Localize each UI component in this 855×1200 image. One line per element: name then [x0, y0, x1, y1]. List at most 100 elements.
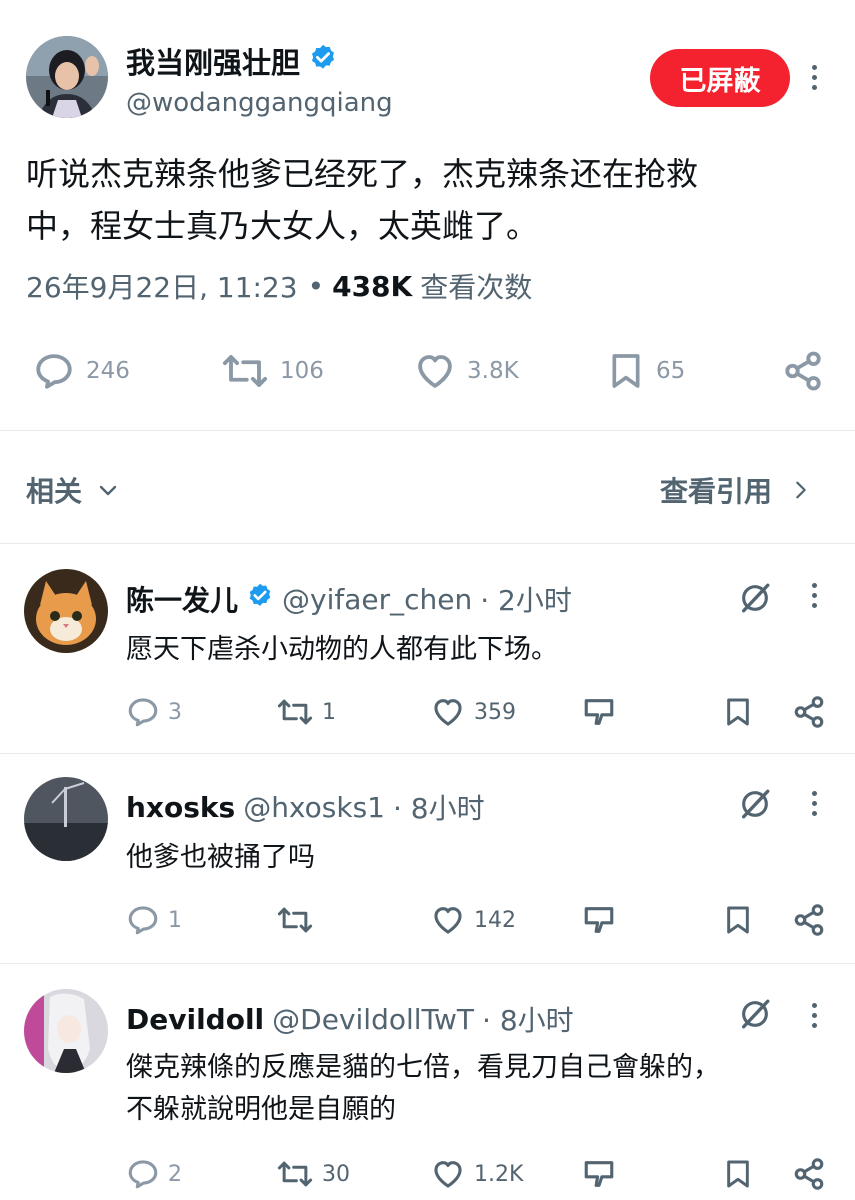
like-button[interactable]: 1.2K	[430, 1157, 523, 1191]
verified-badge-icon	[308, 43, 338, 80]
retweet-button[interactable]: 106	[220, 350, 324, 392]
heart-icon	[434, 699, 462, 726]
reply-text-line: 愿天下虐杀小动物的人都有此下场。	[126, 634, 558, 665]
reply-time[interactable]: · 8小时	[393, 787, 485, 827]
grok-icon[interactable]	[738, 581, 772, 619]
reply-time[interactable]: · 8小时	[482, 999, 574, 1039]
verified-badge-icon	[246, 582, 274, 617]
tweet-text: 听说杰克辣条他爹已经死了，杰克辣条还在抢救 中，程女士真乃大女人，太英雌了。	[26, 148, 826, 252]
reply-item[interactable]: 陈一发儿 @yifaer_chen · 2小时 愿天下虐杀小动物的人都有此下场。…	[0, 543, 855, 753]
reply-item[interactable]: hxosks @hxosks1 · 8小时 他爹也被捅了吗 1 142	[0, 753, 855, 963]
related-label: 相关	[26, 475, 83, 508]
reply-handle[interactable]: @DevildollTwT	[272, 1003, 474, 1036]
bookmark-count: 65	[656, 358, 686, 384]
thumb-down-icon	[584, 699, 614, 725]
reply-avatar[interactable]	[24, 989, 108, 1073]
retweet-icon	[277, 907, 313, 933]
reply-button[interactable]: 1	[126, 903, 182, 937]
reply-display-name[interactable]: 陈一发儿	[126, 579, 238, 619]
tweet-text-line: 听说杰克辣条他爹已经死了，杰克辣条还在抢救	[26, 155, 699, 193]
reply-count: 3	[168, 699, 182, 725]
bookmark-button[interactable]	[722, 695, 754, 729]
share-icon	[794, 696, 824, 728]
reply-avatar[interactable]	[24, 777, 108, 861]
like-button[interactable]: 359	[430, 695, 516, 729]
reply-text: 愿天下虐杀小动物的人都有此下场。	[126, 629, 816, 671]
share-icon	[794, 1158, 824, 1190]
author-name-row[interactable]: 我当刚强壮胆	[126, 40, 338, 82]
retweet-icon	[277, 1161, 313, 1187]
reply-text-line: 傑克辣條的反應是貓的七倍，看見刀自己會躲的，	[126, 1052, 720, 1083]
view-quotes-label: 查看引用	[660, 475, 773, 508]
bookmark-button[interactable]	[722, 903, 754, 937]
reply-display-name[interactable]: hxosks	[126, 791, 235, 824]
reply-icon	[128, 1160, 158, 1189]
thumb-down-icon	[584, 1161, 614, 1187]
grok-icon[interactable]	[738, 997, 772, 1035]
bookmark-icon	[727, 1160, 749, 1188]
blocked-button[interactable]: 已屏蔽	[650, 49, 790, 107]
bookmark-button[interactable]: 65	[606, 350, 685, 392]
divider	[0, 430, 855, 431]
related-dropdown[interactable]: 相关	[26, 470, 120, 510]
reply-text: 他爹也被捅了吗	[126, 837, 816, 879]
more-options-icon[interactable]	[802, 791, 826, 816]
share-button[interactable]	[792, 903, 826, 937]
like-count: 142	[474, 907, 516, 933]
reply-display-name[interactable]: Devildoll	[126, 1003, 264, 1036]
more-options-icon[interactable]	[802, 583, 826, 608]
share-icon	[785, 351, 821, 391]
like-count: 359	[474, 699, 516, 725]
thumb-down-icon	[584, 907, 614, 933]
reply-handle[interactable]: @hxosks1	[243, 791, 385, 824]
reply-text-line: 他爹也被捅了吗	[126, 842, 315, 873]
author-display-name[interactable]: 我当刚强壮胆	[126, 40, 300, 82]
share-button[interactable]	[782, 350, 824, 392]
reply-header: hxosks @hxosks1 · 8小时	[126, 787, 485, 827]
reply-icon	[128, 698, 158, 727]
retweet-button[interactable]: 30	[276, 1157, 350, 1191]
author-avatar[interactable]	[26, 36, 108, 118]
downvote-button[interactable]	[582, 903, 616, 937]
like-count: 1.2K	[474, 1161, 524, 1187]
reply-avatar[interactable]	[24, 569, 108, 653]
views-count: 438K	[332, 269, 413, 303]
reply-count: 2	[168, 1161, 182, 1187]
reply-button[interactable]: 3	[126, 695, 182, 729]
reply-text-line: 不躲就說明他是自願的	[126, 1094, 396, 1125]
reply-icon	[128, 906, 158, 935]
retweet-button[interactable]: 1	[276, 695, 336, 729]
heart-icon	[434, 1161, 462, 1188]
reply-button[interactable]: 2	[126, 1157, 182, 1191]
retweet-button[interactable]	[276, 903, 322, 937]
retweet-icon	[222, 355, 268, 387]
tweet-timestamp[interactable]: 26年9月22日, 11:23	[26, 266, 298, 306]
like-button[interactable]: 3.8K	[413, 350, 519, 392]
reply-handle[interactable]: @yifaer_chen	[282, 583, 472, 616]
tweet-text-line: 中，程女士真乃大女人，太英雌了。	[26, 207, 539, 245]
bookmark-icon	[727, 698, 749, 726]
view-quotes-link[interactable]: 查看引用	[660, 470, 812, 510]
reply-time[interactable]: · 2小时	[480, 579, 572, 619]
reply-item[interactable]: Devildoll @DevildollTwT · 8小时 傑克辣條的反應是貓的…	[0, 963, 855, 1200]
bookmark-icon	[727, 906, 749, 934]
retweet-icon	[277, 699, 313, 725]
share-button[interactable]	[792, 1157, 826, 1191]
share-button[interactable]	[792, 695, 826, 729]
downvote-button[interactable]	[582, 1157, 616, 1191]
bookmark-button[interactable]	[722, 1157, 754, 1191]
like-button[interactable]: 142	[430, 903, 516, 937]
tweet-meta: 26年9月22日, 11:23 • 438K 查看次数	[26, 266, 532, 306]
retweet-count: 1	[322, 699, 336, 725]
heart-icon	[434, 907, 462, 934]
bookmark-icon	[612, 354, 640, 388]
grok-icon[interactable]	[738, 787, 772, 825]
more-options-icon[interactable]	[802, 65, 826, 90]
more-options-icon[interactable]	[802, 1003, 826, 1028]
reply-text: 傑克辣條的反應是貓的七倍，看見刀自己會躲的， 不躲就說明他是自願的	[126, 1047, 816, 1131]
author-handle[interactable]: @wodanggangqiang	[126, 88, 393, 118]
reply-icon	[36, 354, 72, 389]
retweet-count: 106	[280, 358, 324, 384]
reply-button[interactable]: 246	[32, 350, 130, 392]
downvote-button[interactable]	[582, 695, 616, 729]
